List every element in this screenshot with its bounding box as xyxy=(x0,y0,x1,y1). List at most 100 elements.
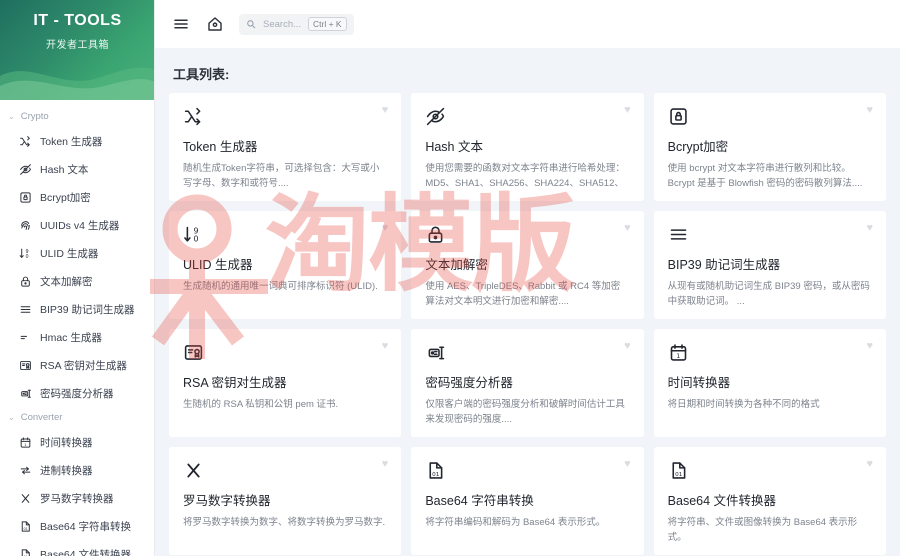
sidebar-item-label: Hash 文本 xyxy=(40,163,89,176)
main-area: Search... Ctrl + K 工具列表: Token 生成器 随机生成To… xyxy=(155,0,900,556)
file-binary-icon: 01 xyxy=(18,547,32,556)
sidebar-item-1-10[interactable]: 密码强度分析器 xyxy=(0,379,154,407)
shuffle-icon xyxy=(183,105,205,127)
tool-card-title: 罗马数字转换器 xyxy=(183,494,271,508)
sidebar-item-1-8[interactable]: Hmac 生成器 xyxy=(0,323,154,351)
tool-card-title: Hash 文本 xyxy=(425,140,483,154)
sidebar-item-2-4[interactable]: 01 Base64 字符串转换 xyxy=(0,512,154,540)
heart-icon[interactable]: ♥ xyxy=(866,105,873,116)
heart-icon[interactable]: ♥ xyxy=(382,341,389,352)
tool-card[interactable]: 文本加解密使用 AES、TripleDES、Rabbit 或 RC4 等加密算法… xyxy=(411,211,644,319)
sidebar-item-label: 文本加解密 xyxy=(40,275,93,288)
sidebar-item-label: RSA 密钥对生成器 xyxy=(40,359,127,372)
sidebar-item-2-1[interactable]: 1 时间转换器 xyxy=(0,428,154,456)
sidebar-item-1-6[interactable]: 文本加解密 xyxy=(0,267,154,295)
tool-card-description: 使用 AES、TripleDES、Rabbit 或 RC4 等加密算法对文本明文… xyxy=(425,281,621,307)
heart-icon[interactable]: ♥ xyxy=(624,223,631,234)
heart-icon[interactable]: ♥ xyxy=(866,223,873,234)
svg-text:0: 0 xyxy=(194,234,199,243)
tool-card[interactable]: 9 0 ULID 生成器 生成随机的通用唯一词典可排序标识符 (ULID). ♥ xyxy=(169,211,402,319)
sidebar-item-1-4[interactable]: UUIDs v4 生成器 xyxy=(0,211,154,239)
brand-subtitle: 开发者工具箱 xyxy=(46,40,109,51)
sidebar-item-1-1[interactable]: Token 生成器 xyxy=(0,127,154,155)
tool-card-description: 将日期和时间转换为各种不同的格式 xyxy=(667,399,820,410)
tool-card[interactable]: Hash 文本 使用您需要的函数对文本字符串进行哈希处理：MD5、SHA1、SHA… xyxy=(411,93,644,201)
sidebar-item-2-2[interactable]: 进制转换器 xyxy=(0,456,154,484)
tool-card[interactable]: RSA 密钥对生成器 生随机的 RSA 私钥和公钥 pem 证书. ♥ xyxy=(169,329,402,437)
sidebar-item-label: 密码强度分析器 xyxy=(40,387,114,400)
svg-text:1: 1 xyxy=(24,441,27,446)
tool-card-title: Base64 字符串转换 xyxy=(425,494,534,508)
tool-card-title: Base64 文件转换器 xyxy=(667,494,777,508)
sidebar-item-2-5[interactable]: 01 Base64 文件转换器 xyxy=(0,540,154,556)
tool-card[interactable]: BIP39 助记词生成器 从现有或随机助记词生成 BIP39 密码，或从密码中获取… xyxy=(653,211,886,319)
sidebar-item-label: Token 生成器 xyxy=(40,135,103,148)
shuffle-icon xyxy=(18,134,32,148)
robot-icon xyxy=(18,386,32,400)
tool-card[interactable]: 01 Base64 字符串转换 将字符串编码和解码为 Base64 表示形式。 ♥ xyxy=(411,447,644,555)
tool-card-description: 仅限客户端的密码强度分析和破解时间估计工具来发现密码的强度.... xyxy=(425,399,625,425)
sidebar-item-1-2[interactable]: Hash 文本 xyxy=(0,155,154,183)
letter-x-icon xyxy=(183,459,205,481)
tool-card[interactable]: Token 生成器 随机生成Token字符串，可选择包含：大写或小写字母、数字和或… xyxy=(169,93,402,201)
tool-card-title: Token 生成器 xyxy=(183,140,258,154)
svg-text:01: 01 xyxy=(675,471,683,477)
sidebar-group-crypto[interactable]: ⌄ Crypto xyxy=(0,106,154,127)
tool-card[interactable]: 1 时间转换器 将日期和时间转换为各种不同的格式 ♥ xyxy=(653,329,886,437)
sidebar-item-label: BIP39 助记词生成器 xyxy=(40,303,135,316)
certificate-icon xyxy=(183,341,205,363)
sidebar-item-1-7[interactable]: BIP39 助记词生成器 xyxy=(0,295,154,323)
file-binary-icon: 01 xyxy=(18,519,32,533)
heart-icon[interactable]: ♥ xyxy=(382,459,389,470)
sidebar-group-converter[interactable]: ⌄ Converter xyxy=(0,407,154,428)
tool-card[interactable]: Bcrypt加密 使用 bcrypt 对文本字符串进行散列和比较。 Bcrypt … xyxy=(653,93,886,201)
heart-icon[interactable]: ♥ xyxy=(866,341,873,352)
heart-icon[interactable]: ♥ xyxy=(624,341,631,352)
chevron-down-icon: ⌄ xyxy=(8,111,15,121)
sidebar-group-label: Converter xyxy=(20,412,63,423)
tool-card[interactable]: 罗马数字转换器将罗马数字转换为数字、将数字转换为罗马数字. ♥ xyxy=(169,447,402,555)
sidebar-item-label: 罗马数字转换器 xyxy=(40,492,114,505)
tool-card-title: BIP39 助记词生成器 xyxy=(667,258,781,272)
tool-card-description: 生成随机的通用唯一词典可排序标识符 (ULID). xyxy=(183,281,378,292)
tool-card[interactable]: 密码强度分析器 仅限客户端的密码强度分析和破解时间估计工具来发现密码的强度....… xyxy=(411,329,644,437)
lock-square-icon xyxy=(668,105,690,127)
tool-card-grid: Token 生成器 随机生成Token字符串，可选择包含：大写或小写字母、数字和或… xyxy=(169,93,886,555)
svg-text:0: 0 xyxy=(25,253,28,259)
svg-text:1: 1 xyxy=(676,352,680,359)
sidebar-item-1-3[interactable]: Bcrypt加密 xyxy=(0,183,154,211)
robot-icon xyxy=(425,341,447,363)
search-shortcut-badge: Ctrl + K xyxy=(308,17,347,31)
tool-card-title: Bcrypt加密 xyxy=(667,140,729,154)
search-input[interactable]: Search... Ctrl + K xyxy=(239,13,354,35)
logo-wave-decoration xyxy=(0,67,154,100)
eye-off-icon xyxy=(18,162,32,176)
search-placeholder: Search... xyxy=(263,18,302,30)
sidebar-item-label: Base64 文件转换器 xyxy=(40,548,132,556)
lines-icon xyxy=(668,223,690,245)
heart-icon[interactable]: ♥ xyxy=(382,223,389,234)
lock-square-icon xyxy=(18,190,32,204)
sidebar-item-label: 进制转换器 xyxy=(40,464,93,477)
tool-card-title: 文本加解密 xyxy=(425,258,488,272)
content-area: 工具列表: Token 生成器 随机生成Token字符串，可选择包含：大写或小写字… xyxy=(155,48,900,556)
tool-card-description: 将罗马数字转换为数字、将数字转换为罗马数字. xyxy=(183,517,386,528)
heart-icon[interactable]: ♥ xyxy=(624,105,631,116)
home-icon[interactable] xyxy=(205,14,225,34)
brand-logo[interactable]: IT - TOOLS 开发者工具箱 xyxy=(0,0,154,100)
heart-icon[interactable]: ♥ xyxy=(866,459,873,470)
lock-icon xyxy=(425,223,447,245)
heart-icon[interactable]: ♥ xyxy=(382,105,389,116)
sidebar-item-1-5[interactable]: 9 0 ULID 生成器 xyxy=(0,239,154,267)
sidebar-item-2-3[interactable]: 罗马数字转换器 xyxy=(0,484,154,512)
sort-descending-icon: 90 xyxy=(18,246,32,260)
sidebar-item-1-9[interactable]: RSA 密钥对生成器 xyxy=(0,351,154,379)
hamburger-menu-icon[interactable] xyxy=(171,14,191,34)
lock-icon xyxy=(18,274,32,288)
heart-icon[interactable]: ♥ xyxy=(624,459,631,470)
tool-card[interactable]: 01 Base64 文件转换器 将字符串、文件或图像转换为 Base64 表示形式。… xyxy=(653,447,886,555)
sidebar-item-label: Hmac 生成器 xyxy=(40,331,102,344)
file-binary-icon: 01 xyxy=(425,459,447,481)
dash-icon xyxy=(18,330,32,344)
brand-title: IT - TOOLS xyxy=(33,12,122,29)
